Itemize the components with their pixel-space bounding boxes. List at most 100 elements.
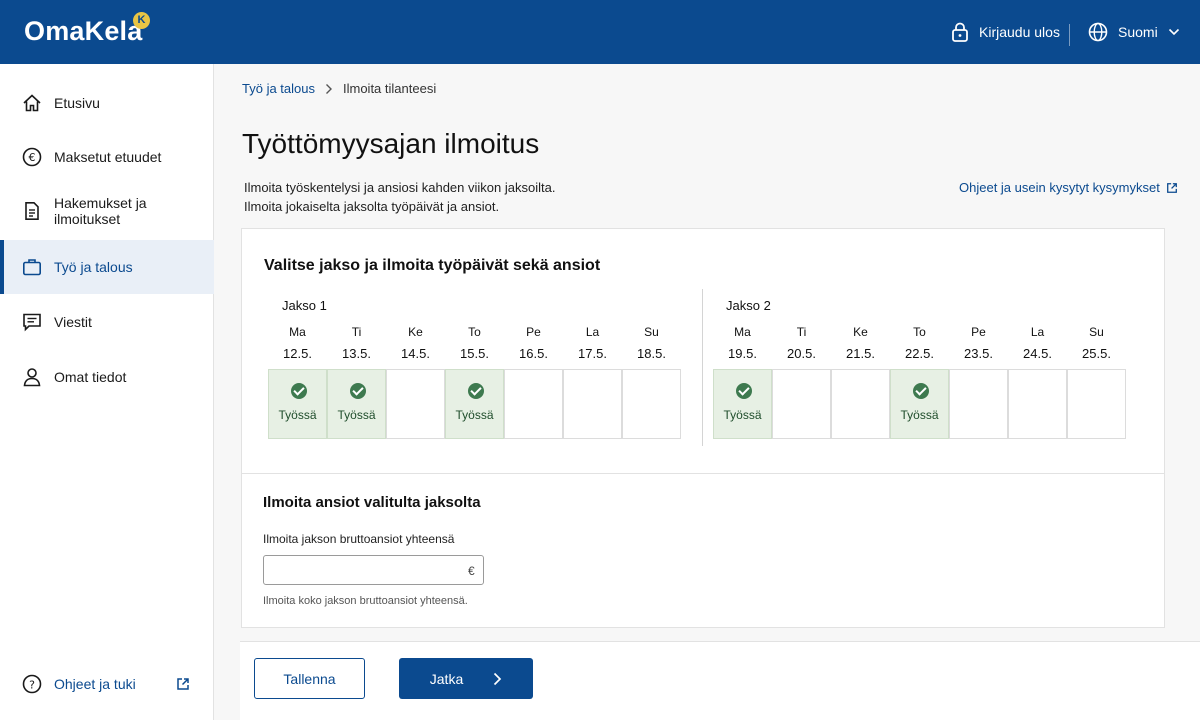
intro-line-1: Ilmoita työskentelysi ja ansiosi kahden … bbox=[244, 180, 556, 195]
day-date: 24.5. bbox=[1023, 346, 1052, 361]
message-icon bbox=[23, 313, 41, 332]
earnings-input[interactable] bbox=[263, 555, 484, 585]
day-name: Pe bbox=[971, 325, 986, 339]
day-cell[interactable] bbox=[504, 369, 563, 439]
continue-label: Jatka bbox=[429, 670, 464, 687]
intro-text: Ilmoita työskentelysi ja ansiosi kahden … bbox=[244, 178, 555, 216]
faq-link-label: Ohjeet ja usein kysytyt kysymykset bbox=[959, 180, 1160, 195]
day-cell[interactable] bbox=[949, 369, 1008, 439]
day-cell[interactable] bbox=[831, 369, 890, 439]
external-link-icon bbox=[1166, 182, 1177, 193]
chevron-down-icon bbox=[1168, 28, 1179, 36]
report-card: Valitse jakso ja ilmoita työpäivät sekä … bbox=[241, 228, 1165, 628]
check-icon bbox=[913, 383, 929, 399]
action-bar bbox=[240, 641, 1200, 720]
earnings-hint: Ilmoita koko jakson bruttoansiot yhteens… bbox=[263, 595, 468, 607]
day-date: 21.5. bbox=[846, 346, 875, 361]
header-divider bbox=[1069, 24, 1070, 46]
day-cell[interactable]: Työssä bbox=[713, 369, 772, 439]
day-cell[interactable] bbox=[622, 369, 681, 439]
help-and-support-link[interactable]: ? Ohjeet ja tuki bbox=[22, 674, 136, 694]
day-name: Ma bbox=[289, 325, 306, 339]
svg-text:€: € bbox=[29, 151, 36, 164]
sidebar-item-label: Hakemukset ja ilmoitukset bbox=[54, 195, 147, 227]
calendar-heading: Valitse jakso ja ilmoita työpäivät sekä … bbox=[264, 257, 601, 274]
day-cell[interactable] bbox=[1008, 369, 1067, 439]
day-date: 16.5. bbox=[519, 346, 548, 361]
app-logo[interactable]: OmaKela bbox=[24, 16, 142, 47]
breadcrumb-current: Ilmoita tilanteesi bbox=[343, 81, 437, 96]
help-and-support-label: Ohjeet ja tuki bbox=[54, 676, 136, 692]
lock-icon bbox=[952, 22, 968, 42]
sidebar-item-label: Omat tiedot bbox=[54, 369, 127, 385]
day-name: To bbox=[913, 325, 926, 339]
briefcase-icon bbox=[22, 259, 41, 276]
day-cell[interactable]: Työssä bbox=[445, 369, 504, 439]
day-name: La bbox=[1030, 325, 1045, 339]
day-date: 12.5. bbox=[283, 346, 312, 361]
currency-suffix: € bbox=[468, 564, 475, 578]
day-name: To bbox=[468, 325, 481, 339]
sidebar-item-omat-tiedot[interactable]: Omat tiedot bbox=[0, 350, 214, 404]
day-cell[interactable] bbox=[1067, 369, 1126, 439]
page-title: Työttömyysajan ilmoitus bbox=[242, 128, 540, 159]
external-link-icon bbox=[177, 678, 189, 690]
worked-label: Työssä bbox=[337, 408, 376, 422]
faq-link[interactable]: Ohjeet ja usein kysytyt kysymykset bbox=[959, 180, 1178, 195]
day-cell[interactable]: Työssä bbox=[890, 369, 949, 439]
language-label: Suomi bbox=[1118, 24, 1158, 40]
euro-icon: € bbox=[22, 147, 42, 167]
day-cell[interactable]: Työssä bbox=[268, 369, 327, 439]
day-date: 17.5. bbox=[578, 346, 607, 361]
breadcrumb-link-tyo-ja-talous[interactable]: Työ ja talous bbox=[242, 81, 315, 96]
day-date: 18.5. bbox=[637, 346, 666, 361]
globe-icon bbox=[1088, 22, 1108, 42]
day-cell[interactable] bbox=[386, 369, 445, 439]
day-date: 13.5. bbox=[342, 346, 371, 361]
day-cell[interactable] bbox=[563, 369, 622, 439]
day-name: Su bbox=[1089, 325, 1104, 339]
day-date: 15.5. bbox=[460, 346, 489, 361]
sidebar-item-viestit[interactable]: Viestit bbox=[0, 295, 214, 349]
document-icon bbox=[25, 202, 39, 220]
sidebar-item-label: Maksetut etuudet bbox=[54, 149, 162, 165]
top-bar: OmaKela K Kirjaudu ulos Suomi bbox=[0, 0, 1200, 64]
sidebar-item-label: Etusivu bbox=[54, 95, 100, 111]
sidebar-item-label: Viestit bbox=[54, 314, 92, 330]
period-title: Jakso 2 bbox=[726, 298, 771, 313]
sidebar-item-tyo-ja-talous[interactable]: Työ ja talous bbox=[0, 240, 214, 294]
check-icon bbox=[291, 383, 307, 399]
home-icon bbox=[23, 94, 41, 112]
worked-label: Työssä bbox=[900, 408, 939, 422]
day-name: Ti bbox=[796, 325, 807, 339]
day-name: La bbox=[585, 325, 600, 339]
section-divider bbox=[242, 473, 1164, 474]
day-date: 20.5. bbox=[787, 346, 816, 361]
sidebar-item-etusivu[interactable]: Etusivu bbox=[0, 76, 214, 130]
worked-label: Työssä bbox=[723, 408, 762, 422]
check-icon bbox=[350, 383, 366, 399]
logout-button[interactable]: Kirjaudu ulos bbox=[951, 22, 1060, 42]
day-name: Ke bbox=[408, 325, 423, 339]
day-cell[interactable]: Työssä bbox=[327, 369, 386, 439]
day-date: 22.5. bbox=[905, 346, 934, 361]
day-date: 19.5. bbox=[728, 346, 757, 361]
sidebar-item-label: Työ ja talous bbox=[54, 259, 133, 275]
earnings-field-label: Ilmoita jakson bruttoansiot yhteensä bbox=[263, 532, 455, 546]
sidebar-item-hakemukset[interactable]: Hakemukset ja ilmoitukset bbox=[0, 184, 214, 238]
day-name: Pe bbox=[526, 325, 541, 339]
day-date: 25.5. bbox=[1082, 346, 1111, 361]
worked-label: Työssä bbox=[278, 408, 317, 422]
svg-text:?: ? bbox=[29, 679, 35, 692]
save-button[interactable]: Tallenna bbox=[254, 658, 365, 699]
day-date: 23.5. bbox=[964, 346, 993, 361]
day-cell[interactable] bbox=[772, 369, 831, 439]
worked-label: Työssä bbox=[455, 408, 494, 422]
chevron-right-icon bbox=[494, 672, 502, 685]
check-icon bbox=[468, 383, 484, 399]
language-select[interactable]: Suomi bbox=[1088, 22, 1180, 42]
continue-button[interactable]: Jatka bbox=[399, 658, 533, 699]
chevron-right-icon bbox=[326, 83, 332, 94]
sidebar-item-maksetut-etuudet[interactable]: € Maksetut etuudet bbox=[0, 130, 214, 184]
breadcrumb: Työ ja talous Ilmoita tilanteesi bbox=[242, 81, 436, 96]
